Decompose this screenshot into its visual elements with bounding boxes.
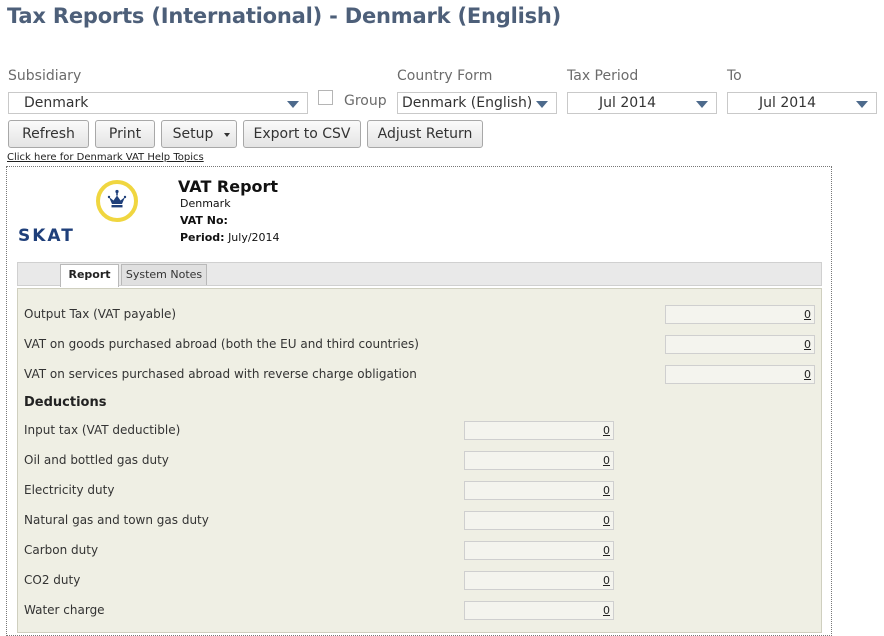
- carbon-duty-label: Carbon duty: [24, 543, 99, 557]
- electricity-duty-label: Electricity duty: [24, 483, 115, 497]
- vat-goods-abroad-value: 0: [804, 338, 811, 351]
- chevron-down-icon: [696, 101, 708, 108]
- oil-gas-duty-amount[interactable]: 0: [464, 451, 614, 470]
- skat-logo-text: SKAT: [18, 226, 75, 246]
- caret-down-icon: [224, 133, 230, 137]
- crown-icon: [107, 189, 127, 208]
- output-tax-value: 0: [804, 308, 811, 321]
- period-value: July/2014: [228, 231, 280, 244]
- vat-goods-abroad-label: VAT on goods purchased abroad (both the …: [24, 337, 419, 351]
- electricity-duty-amount[interactable]: 0: [464, 481, 614, 500]
- co2-duty-amount[interactable]: 0: [464, 571, 614, 590]
- natural-gas-duty-value: 0: [603, 514, 610, 527]
- export-csv-button[interactable]: Export to CSV: [243, 120, 361, 148]
- input-tax-label: Input tax (VAT deductible): [24, 423, 181, 437]
- subsidiary-value: Denmark: [24, 95, 89, 111]
- report-period: Period: July/2014: [180, 231, 280, 244]
- to-period-select[interactable]: Jul 2014: [727, 92, 877, 114]
- co2-duty-value: 0: [603, 574, 610, 587]
- country-form-value: Denmark (English): [402, 95, 533, 111]
- vat-number: VAT No:: [180, 214, 228, 227]
- chevron-down-icon: [536, 101, 548, 108]
- water-charge-label: Water charge: [24, 603, 105, 617]
- report-title: VAT Report: [178, 177, 279, 196]
- vat-goods-abroad-amount[interactable]: 0: [665, 335, 815, 354]
- tab-report[interactable]: Report: [60, 264, 119, 287]
- oil-gas-duty-value: 0: [603, 454, 610, 467]
- co2-duty-label: CO2 duty: [24, 573, 81, 587]
- carbon-duty-amount[interactable]: 0: [464, 541, 614, 560]
- water-charge-value: 0: [603, 604, 610, 617]
- country-form-select[interactable]: Denmark (English): [397, 92, 557, 114]
- carbon-duty-value: 0: [603, 544, 610, 557]
- to-label: To: [727, 68, 742, 84]
- setup-button[interactable]: Setup: [161, 120, 237, 148]
- input-tax-amount[interactable]: 0: [464, 421, 614, 440]
- vat-services-abroad-label: VAT on services purchased abroad with re…: [24, 367, 417, 381]
- help-topics-link[interactable]: Click here for Denmark VAT Help Topics: [7, 152, 204, 163]
- group-checkbox[interactable]: [318, 90, 333, 105]
- refresh-button[interactable]: Refresh: [8, 120, 89, 148]
- chevron-down-icon: [856, 101, 868, 108]
- chevron-down-icon: [287, 101, 299, 108]
- page-title: Tax Reports (International) - Denmark (E…: [7, 4, 562, 28]
- adjust-return-button[interactable]: Adjust Return: [367, 120, 483, 148]
- input-tax-value: 0: [603, 424, 610, 437]
- natural-gas-duty-label: Natural gas and town gas duty: [24, 513, 209, 527]
- print-button[interactable]: Print: [95, 120, 155, 148]
- tax-period-label: Tax Period: [567, 68, 639, 84]
- deductions-heading: Deductions: [24, 395, 107, 410]
- tab-system-notes[interactable]: System Notes: [121, 264, 207, 285]
- output-tax-label: Output Tax (VAT payable): [24, 307, 177, 321]
- subsidiary-label: Subsidiary: [8, 68, 82, 84]
- period-label: Period:: [180, 231, 225, 244]
- vat-services-abroad-value: 0: [804, 368, 811, 381]
- setup-label: Setup: [172, 126, 214, 142]
- vat-no-label: VAT No:: [180, 214, 228, 227]
- tax-period-select[interactable]: Jul 2014: [567, 92, 717, 114]
- water-charge-amount[interactable]: 0: [464, 601, 614, 620]
- oil-gas-duty-label: Oil and bottled gas duty: [24, 453, 169, 467]
- group-label: Group: [344, 93, 387, 109]
- electricity-duty-value: 0: [603, 484, 610, 497]
- country-form-label: Country Form: [397, 68, 493, 84]
- report-country: Denmark: [180, 197, 231, 210]
- to-period-value: Jul 2014: [759, 95, 816, 111]
- natural-gas-duty-amount[interactable]: 0: [464, 511, 614, 530]
- vat-services-abroad-amount[interactable]: 0: [665, 365, 815, 384]
- subsidiary-select[interactable]: Denmark: [8, 92, 308, 114]
- tax-period-value: Jul 2014: [599, 95, 656, 111]
- output-tax-amount[interactable]: 0: [665, 305, 815, 324]
